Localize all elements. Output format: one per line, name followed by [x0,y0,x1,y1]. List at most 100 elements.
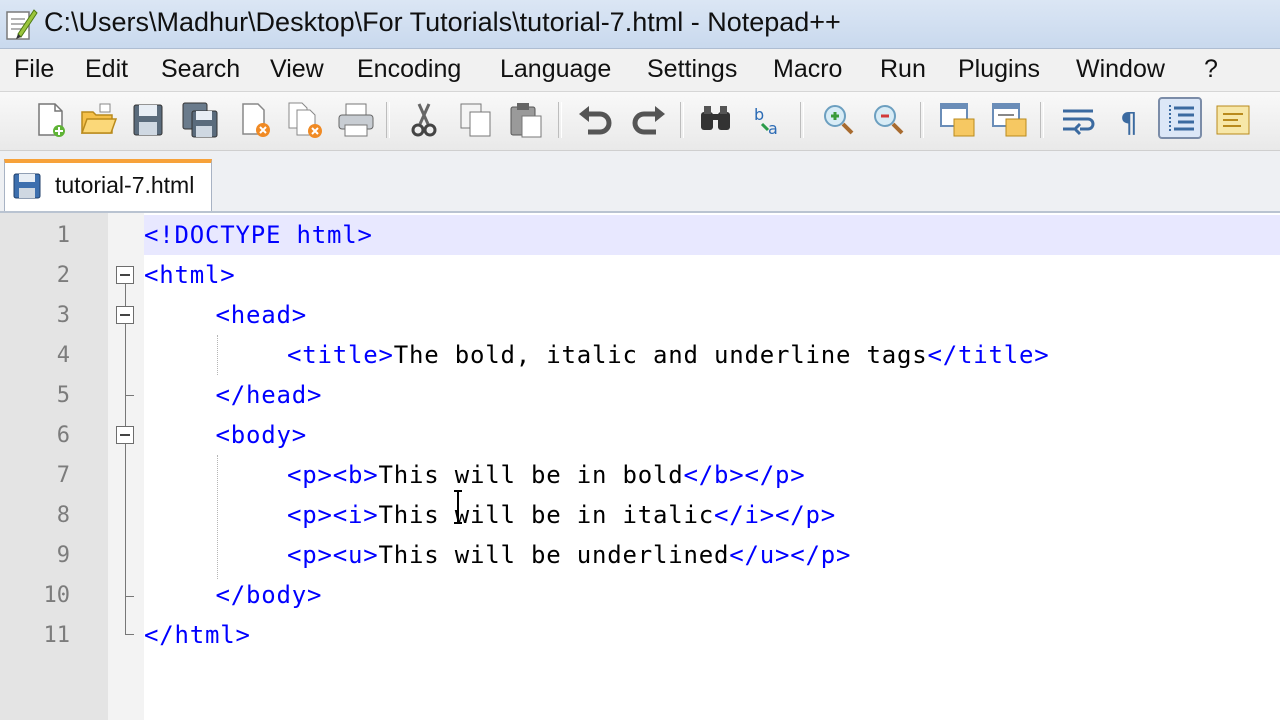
menu-file[interactable]: File [14,55,54,84]
window-title: C:\Users\Madhur\Desktop\For Tutorials\tu… [44,7,841,37]
sync-vertical-icon[interactable] [938,100,978,140]
fold-end-html [125,634,134,635]
save-all-icon[interactable] [180,100,220,140]
code-line[interactable]: 4 <title>The bold, italic and underline t… [0,335,1280,375]
new-file-icon[interactable] [30,100,70,140]
menu-settings[interactable]: Settings [647,55,737,84]
line-number: 1 [56,223,70,248]
redo-icon[interactable] [628,100,668,140]
html-tag-token: <head> [215,301,307,329]
code-line[interactable]: 3 <head> [0,295,1280,335]
code-text: </html> [144,621,251,649]
undo-icon[interactable] [576,100,616,140]
toolbar: ba ¶ [0,92,1280,151]
user-language-icon[interactable] [1214,100,1254,140]
title-bar[interactable]: C:\Users\Madhur\Desktop\For Tutorials\tu… [0,0,1280,49]
menu-search[interactable]: Search [161,55,240,84]
html-tag-token: <!DOCTYPE html> [144,221,373,249]
menu-encoding[interactable]: Encoding [357,55,461,84]
html-tag-token: </head> [215,381,323,409]
fold-line [125,284,126,306]
open-file-icon[interactable] [78,100,118,140]
menu-run[interactable]: Run [880,55,926,84]
html-tag-token: <p><i> [287,501,379,529]
line-number: 6 [56,423,70,448]
menu-macro[interactable]: Macro [773,55,842,84]
replace-icon[interactable]: ba [750,100,790,140]
line-number: 10 [43,583,71,608]
indent-guide-icon[interactable] [1158,97,1202,139]
word-wrap-icon[interactable] [1058,100,1098,140]
code-line[interactable]: 11 </html> [0,615,1280,655]
code-text: </body> [216,581,323,609]
fold-line [125,404,126,426]
html-tag-token: <p><b> [287,461,379,489]
copy-icon[interactable] [456,100,496,140]
menu-view[interactable]: View [270,55,324,84]
code-text: <title>The bold, italic and underline ta… [287,341,1049,369]
code-line[interactable]: 7 <p><b>This will be in bold</b></p> [0,455,1280,495]
code-text: <p><b>This will be in bold</b></p> [287,461,805,489]
zoom-out-icon[interactable] [868,100,908,140]
line-number: 9 [56,543,70,568]
code-line[interactable]: 9 <p><u>This will be underlined</u></p> [0,535,1280,575]
line-number: 3 [56,303,70,328]
text-token: This will be in italic [378,501,714,529]
menu-bar: File Edit Search View Encoding Language … [0,49,1280,92]
fold-toggle-html[interactable] [116,266,134,284]
menu-plugins[interactable]: Plugins [958,55,1040,84]
html-tag-token: <body> [215,421,307,449]
menu-edit[interactable]: Edit [85,55,128,84]
find-icon[interactable] [696,100,736,140]
code-text: <p><i>This will be in italic</i></p> [287,501,836,529]
fold-line [125,324,126,404]
sync-horizontal-icon[interactable] [990,100,1030,140]
toolbar-separator [800,102,804,138]
code-text: <head> [216,301,308,329]
line-number: 4 [56,343,70,368]
close-icon[interactable] [236,100,276,140]
code-line[interactable]: 10 </body> [0,575,1280,615]
code-editor[interactable]: 1 <!DOCTYPE html> 2 <html> 3 <head> 4 <title>Th… [0,213,1280,720]
tab-tutorial-7-html[interactable]: tutorial-7.html [4,159,212,211]
paste-icon[interactable] [506,100,546,140]
tab-strip: tutorial-7.html [0,151,1280,213]
notepad-plus-plus-icon [6,9,38,40]
fold-line [125,444,126,634]
toolbar-separator [920,102,924,138]
code-line[interactable]: 1 <!DOCTYPE html> [0,215,1280,255]
html-tag-token: </html> [144,621,251,649]
saved-file-icon [13,173,41,199]
toolbar-separator [1040,102,1044,138]
menu-help[interactable]: ? [1204,55,1218,84]
toolbar-separator [680,102,684,138]
fold-end-body [125,596,134,597]
line-number: 8 [56,503,70,528]
close-all-icon[interactable] [286,100,326,140]
fold-toggle-body[interactable] [116,426,134,444]
code-line[interactable]: 6 <body> [0,415,1280,455]
line-number: 5 [56,383,70,408]
code-area[interactable]: 1 <!DOCTYPE html> 2 <html> 3 <head> 4 <title>Th… [0,213,1280,720]
save-icon[interactable] [128,100,168,140]
code-text: <html> [144,261,236,289]
code-line[interactable]: 5 </head> [0,375,1280,415]
tab-label: tutorial-7.html [55,172,195,198]
text-token: This will be underlined [378,541,730,569]
svg-text:a: a [768,119,778,138]
html-tag-token: </b></p> [683,461,806,489]
menu-language[interactable]: Language [500,55,611,84]
print-icon[interactable] [336,100,376,140]
show-all-characters-icon[interactable]: ¶ [1110,100,1150,140]
code-line[interactable]: 2 <html> [0,255,1280,295]
menu-window[interactable]: Window [1076,55,1165,84]
fold-toggle-head[interactable] [116,306,134,324]
i-beam-cursor-icon [454,490,462,524]
cut-icon[interactable] [404,100,444,140]
code-text: <body> [216,421,308,449]
code-line[interactable]: 8 <p><i>This will be in italic</i></p> [0,495,1280,535]
zoom-in-icon[interactable] [818,100,858,140]
svg-text:b: b [754,105,764,124]
html-tag-token: </i></p> [713,501,836,529]
toolbar-separator [386,102,390,138]
